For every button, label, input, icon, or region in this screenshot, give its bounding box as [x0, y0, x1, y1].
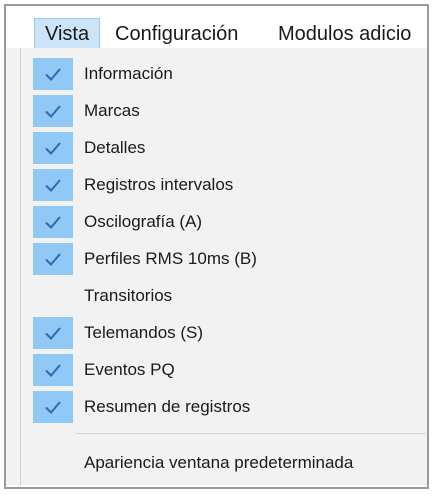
menu-item-label: Perfiles RMS 10ms (B) [84, 249, 257, 268]
menu-item-label: Oscilografía (A) [84, 212, 203, 231]
menu-item-label: Telemandos (S) [84, 323, 204, 342]
background-application [6, 48, 20, 485]
checkmark-icon [45, 364, 61, 377]
menubar-item-vista[interactable]: Vista [34, 18, 101, 48]
menubar-item-modulos-adicionales[interactable]: Modulos adicio [268, 18, 421, 48]
menu-separator [76, 433, 426, 434]
menu-item-label: Resumen de registros [84, 397, 251, 416]
checkmark-icon [45, 179, 61, 192]
menu-item-eventos-pq[interactable]: Eventos PQ [21, 353, 426, 387]
menu-item-label: Transitorios [84, 286, 173, 305]
menu-bar: Vista Configuración Modulos adicio [6, 6, 427, 48]
menu-item-label: Información [84, 64, 173, 83]
menu-item-detalles[interactable]: Detalles [21, 131, 426, 165]
check-highlight [33, 132, 73, 164]
check-highlight [33, 243, 73, 275]
vista-dropdown-menu: Información Marcas Detalles Registros in… [20, 48, 427, 485]
menu-item-transitorios[interactable]: Transitorios [21, 279, 426, 313]
menu-item-oscilografia[interactable]: Oscilografía (A) [21, 205, 426, 239]
menu-item-registros-intervalos[interactable]: Registros intervalos [21, 168, 426, 202]
check-highlight [33, 58, 73, 90]
menu-item-perfiles-rms[interactable]: Perfiles RMS 10ms (B) [21, 242, 426, 276]
check-highlight [33, 391, 73, 423]
menubar-item-configuracion[interactable]: Configuración [105, 18, 248, 48]
menu-item-label: Eventos PQ [84, 360, 175, 379]
checkmark-icon [45, 327, 61, 340]
menu-item-label: Apariencia ventana predeterminada [84, 453, 354, 472]
checkmark-icon [45, 142, 61, 155]
checkmark-icon [45, 216, 61, 229]
menu-item-telemandos[interactable]: Telemandos (S) [21, 316, 426, 350]
menu-item-apariencia-predeterminada[interactable]: Apariencia ventana predeterminada [21, 446, 426, 480]
check-highlight [33, 354, 73, 386]
menu-item-label: Detalles [84, 138, 146, 157]
menu-item-informacion[interactable]: Información [21, 57, 426, 91]
check-highlight [33, 95, 73, 127]
checkmark-icon [45, 68, 61, 81]
menu-item-resumen-registros[interactable]: Resumen de registros [21, 390, 426, 424]
checkmark-icon [45, 105, 61, 118]
checkmark-icon [45, 401, 61, 414]
background-app-fragment [6, 58, 12, 78]
check-highlight [33, 206, 73, 238]
checkmark-icon [45, 253, 61, 266]
menu-item-label: Marcas [84, 101, 140, 120]
check-highlight [33, 317, 73, 349]
menu-item-label: Registros intervalos [84, 175, 234, 194]
menu-item-marcas[interactable]: Marcas [21, 94, 426, 128]
check-highlight [33, 169, 73, 201]
screenshot-frame: Vista Configuración Modulos adicio Infor… [0, 0, 437, 497]
